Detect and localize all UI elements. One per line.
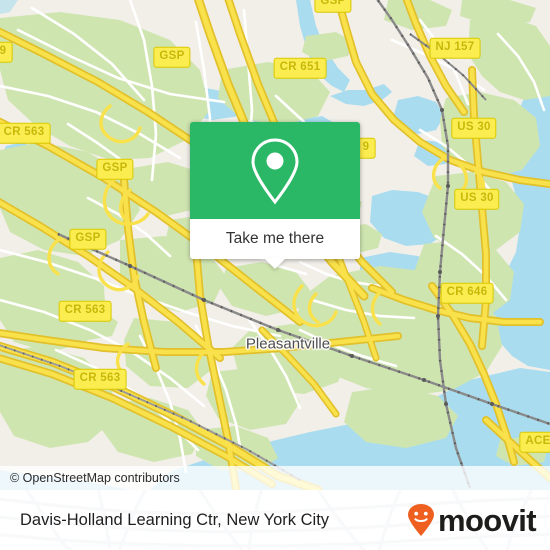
- moovit-brand[interactable]: moovit: [406, 502, 537, 538]
- road-shield[interactable]: GSP: [96, 158, 134, 180]
- map-screenshot: Pleasantville GSP CR 651 NJ 157 US 30 US…: [0, 0, 550, 550]
- location-popup[interactable]: Take me there: [190, 122, 360, 269]
- road-shield[interactable]: CR 651: [273, 57, 327, 79]
- moovit-smiley-pin-icon: [407, 504, 434, 536]
- road-shield[interactable]: CR 563: [58, 300, 112, 322]
- map-pin-icon: [251, 137, 299, 204]
- road-shield[interactable]: US 30: [454, 188, 500, 210]
- popup-action-bar[interactable]: Take me there: [190, 219, 360, 269]
- popup-header: [190, 122, 360, 219]
- road-shield[interactable]: GSP: [69, 228, 107, 250]
- road-shield[interactable]: CR 646: [440, 282, 494, 304]
- road-shield[interactable]: 9: [0, 41, 13, 63]
- road-shield[interactable]: CR 563: [0, 122, 51, 144]
- location-title: Davis-Holland Learning Ctr, New York Cit…: [20, 510, 330, 529]
- popup-tail: [264, 258, 286, 269]
- map-attribution-bar: © OpenStreetMap contributors: [0, 466, 550, 490]
- moovit-wordmark: moovit: [437, 502, 537, 538]
- attribution-text: © OpenStreetMap contributors: [10, 471, 180, 485]
- take-me-there-label: Take me there: [225, 230, 325, 247]
- map-canvas[interactable]: Pleasantville GSP CR 651 NJ 157 US 30 US…: [0, 0, 550, 490]
- road-shield[interactable]: CR 563: [73, 368, 127, 390]
- footer-content: Davis-Holland Learning Ctr, New York Cit…: [0, 490, 550, 550]
- road-shield[interactable]: US 30: [451, 117, 497, 139]
- city-label-pleasantville: Pleasantville: [245, 335, 331, 353]
- road-shield[interactable]: GSP: [153, 46, 191, 68]
- road-shield[interactable]: GSP: [314, 0, 352, 13]
- footer-bar: Davis-Holland Learning Ctr, New York Cit…: [0, 490, 550, 550]
- road-shield[interactable]: NJ 157: [429, 37, 481, 59]
- road-shield[interactable]: ACE: [519, 431, 550, 453]
